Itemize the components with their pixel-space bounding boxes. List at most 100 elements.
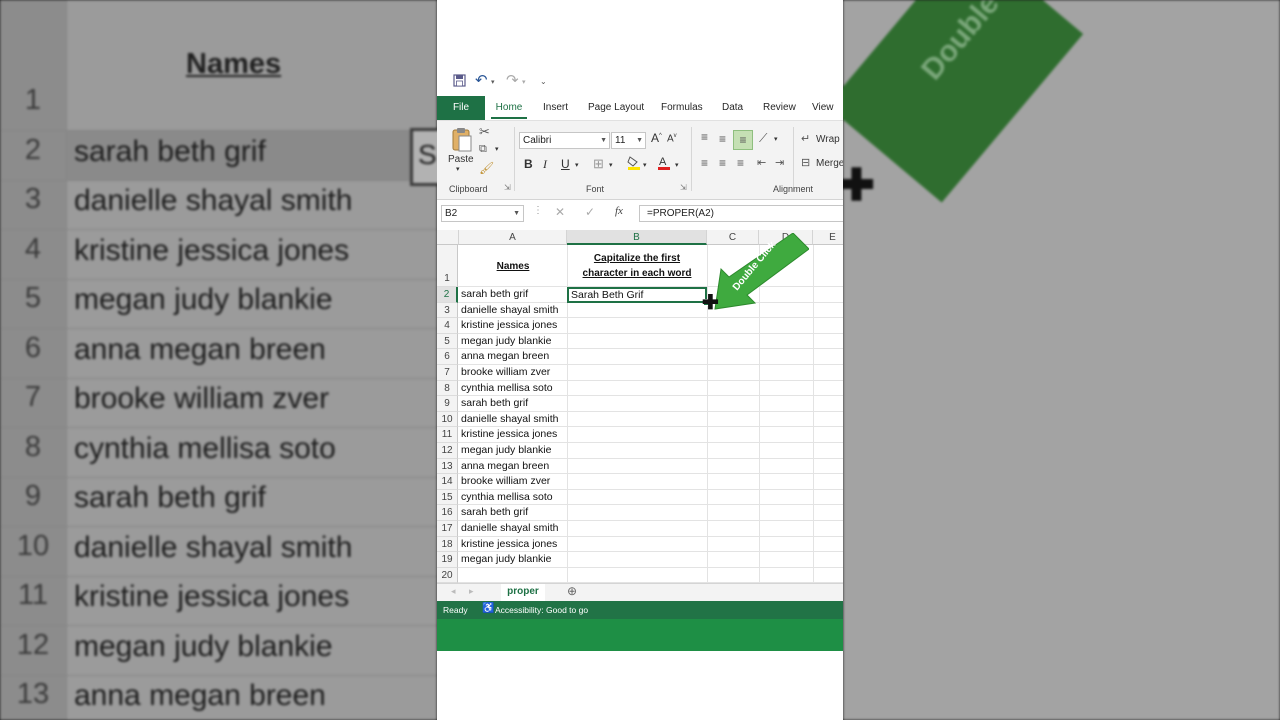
tab-data[interactable]: Data: [722, 96, 743, 120]
tab-insert[interactable]: Insert: [543, 96, 568, 120]
cell-a[interactable]: sarah beth grif: [459, 505, 567, 521]
tab-file[interactable]: File: [437, 96, 485, 120]
row-header[interactable]: 15: [437, 489, 458, 506]
cell-a[interactable]: anna megan breen: [459, 459, 567, 475]
row-header[interactable]: 1: [437, 245, 458, 287]
row-header[interactable]: 20: [437, 567, 458, 584]
scroll-left-icon[interactable]: ◂: [451, 586, 456, 597]
borders-dropdown-icon[interactable]: ▾: [609, 161, 613, 169]
font-launcher-icon[interactable]: ⇲: [680, 183, 687, 192]
save-icon[interactable]: [453, 74, 466, 90]
merge-center-button[interactable]: Merge: [816, 158, 843, 169]
column-header-b[interactable]: B: [567, 230, 707, 245]
insert-function-icon[interactable]: fx: [615, 205, 623, 217]
accessibility-status[interactable]: Accessibility: Good to go: [495, 605, 588, 615]
align-left-icon[interactable]: ≡: [701, 156, 708, 170]
undo-dropdown-icon[interactable]: ▾: [491, 78, 495, 86]
increase-font-size-icon[interactable]: A^: [651, 131, 662, 145]
underline-button[interactable]: U: [561, 157, 570, 171]
undo-icon[interactable]: ↶: [475, 71, 488, 89]
wrap-text-button[interactable]: Wrap: [816, 134, 840, 145]
accessibility-icon[interactable]: ♿: [482, 603, 494, 614]
more-options-icon[interactable]: ⋮: [533, 205, 543, 216]
select-all-corner[interactable]: [437, 230, 459, 245]
decrease-font-size-icon[interactable]: Av: [667, 133, 677, 144]
cell-a[interactable]: anna megan breen: [459, 349, 567, 365]
paste-icon[interactable]: [451, 127, 473, 156]
enter-icon[interactable]: ✓: [585, 205, 595, 219]
cell-a[interactable]: danielle shayal smith: [459, 412, 567, 428]
decrease-indent-icon[interactable]: ⇤: [757, 156, 766, 169]
cell-a[interactable]: sarah beth grif: [459, 396, 567, 412]
bottom-align-icon[interactable]: ≡: [733, 130, 753, 150]
increase-indent-icon[interactable]: ⇥: [775, 156, 784, 169]
merge-center-icon[interactable]: ⊟: [801, 156, 810, 169]
paste-button[interactable]: Paste: [448, 154, 474, 165]
clipboard-launcher-icon[interactable]: ⇲: [504, 183, 511, 192]
underline-dropdown-icon[interactable]: ▾: [575, 161, 579, 169]
row-header[interactable]: 10: [437, 411, 458, 428]
copy-icon[interactable]: ⧉: [479, 143, 487, 156]
row-header[interactable]: 9: [437, 396, 458, 412]
row-header[interactable]: 8: [437, 380, 458, 397]
font-color-dropdown-icon[interactable]: ▾: [675, 161, 679, 169]
row-header[interactable]: 2: [437, 287, 458, 303]
row-header[interactable]: 19: [437, 552, 458, 568]
orientation-icon[interactable]: ⟋: [759, 131, 767, 146]
redo-dropdown-icon[interactable]: ▾: [522, 78, 526, 86]
orientation-dropdown-icon[interactable]: ▾: [774, 135, 778, 143]
cell-a[interactable]: megan judy blankie: [459, 334, 567, 350]
copy-dropdown-icon[interactable]: ▾: [495, 145, 499, 153]
tab-page-layout[interactable]: Page Layout: [588, 96, 644, 120]
column-header-e[interactable]: E: [813, 230, 843, 245]
cell-a[interactable]: kristine jessica jones: [459, 427, 567, 443]
formula-input[interactable]: =PROPER(A2): [639, 205, 843, 222]
tab-formulas[interactable]: Formulas: [661, 96, 703, 120]
row-header[interactable]: 13: [437, 458, 458, 475]
cell-a[interactable]: brooke william zver: [459, 365, 567, 381]
align-right-icon[interactable]: ≡: [737, 156, 744, 170]
row-header[interactable]: 4: [437, 318, 458, 334]
row-header[interactable]: 14: [437, 474, 458, 490]
cell-a[interactable]: danielle shayal smith: [459, 303, 567, 319]
bold-button[interactable]: B: [524, 157, 533, 171]
row-header[interactable]: 3: [437, 302, 458, 319]
font-color-icon[interactable]: A: [657, 155, 671, 174]
tab-review[interactable]: Review: [763, 96, 796, 120]
customize-toolbar-icon[interactable]: ⌄: [540, 77, 547, 86]
cell-a[interactable]: cynthia mellisa soto: [459, 381, 567, 397]
scroll-right-icon[interactable]: ▸: [469, 586, 474, 597]
tab-view[interactable]: View: [812, 96, 834, 120]
cell-a[interactable]: sarah beth grif: [459, 287, 567, 303]
cut-icon[interactable]: ✂: [479, 124, 490, 140]
wrap-text-icon[interactable]: ↵: [801, 132, 810, 145]
add-sheet-icon[interactable]: ⊕: [567, 584, 577, 598]
borders-icon[interactable]: ⊞: [593, 156, 604, 172]
cell-a[interactable]: cynthia mellisa soto: [459, 490, 567, 506]
top-align-icon[interactable]: ≡: [701, 130, 708, 144]
cell-a[interactable]: danielle shayal smith: [459, 521, 567, 537]
tab-home[interactable]: Home: [487, 96, 531, 120]
row-header[interactable]: 5: [437, 333, 458, 350]
row-header[interactable]: 7: [437, 365, 458, 381]
cell-a[interactable]: megan judy blankie: [459, 443, 567, 459]
fill-color-dropdown-icon[interactable]: ▾: [643, 161, 647, 169]
header-cell-capitalize[interactable]: Capitalize the first character in each w…: [567, 251, 707, 281]
cancel-icon[interactable]: ✕: [555, 205, 565, 219]
align-center-icon[interactable]: ≡: [719, 156, 726, 170]
row-header[interactable]: 16: [437, 505, 458, 521]
row-header[interactable]: 6: [437, 349, 458, 365]
cell-a[interactable]: kristine jessica jones: [459, 537, 567, 553]
paste-dropdown-icon[interactable]: ▾: [456, 165, 460, 173]
cell-a[interactable]: [459, 568, 567, 584]
name-box[interactable]: B2 ▼: [441, 205, 524, 222]
row-header[interactable]: 11: [437, 427, 458, 443]
cell-a[interactable]: brooke william zver: [459, 474, 567, 490]
italic-button[interactable]: I: [543, 157, 547, 172]
header-cell-names[interactable]: Names: [459, 259, 567, 274]
row-header[interactable]: 17: [437, 521, 458, 537]
column-header-a[interactable]: A: [459, 230, 567, 245]
font-size-select[interactable]: 11 ▼: [611, 132, 646, 149]
row-header[interactable]: 12: [437, 443, 458, 459]
row-header[interactable]: 18: [437, 536, 458, 553]
